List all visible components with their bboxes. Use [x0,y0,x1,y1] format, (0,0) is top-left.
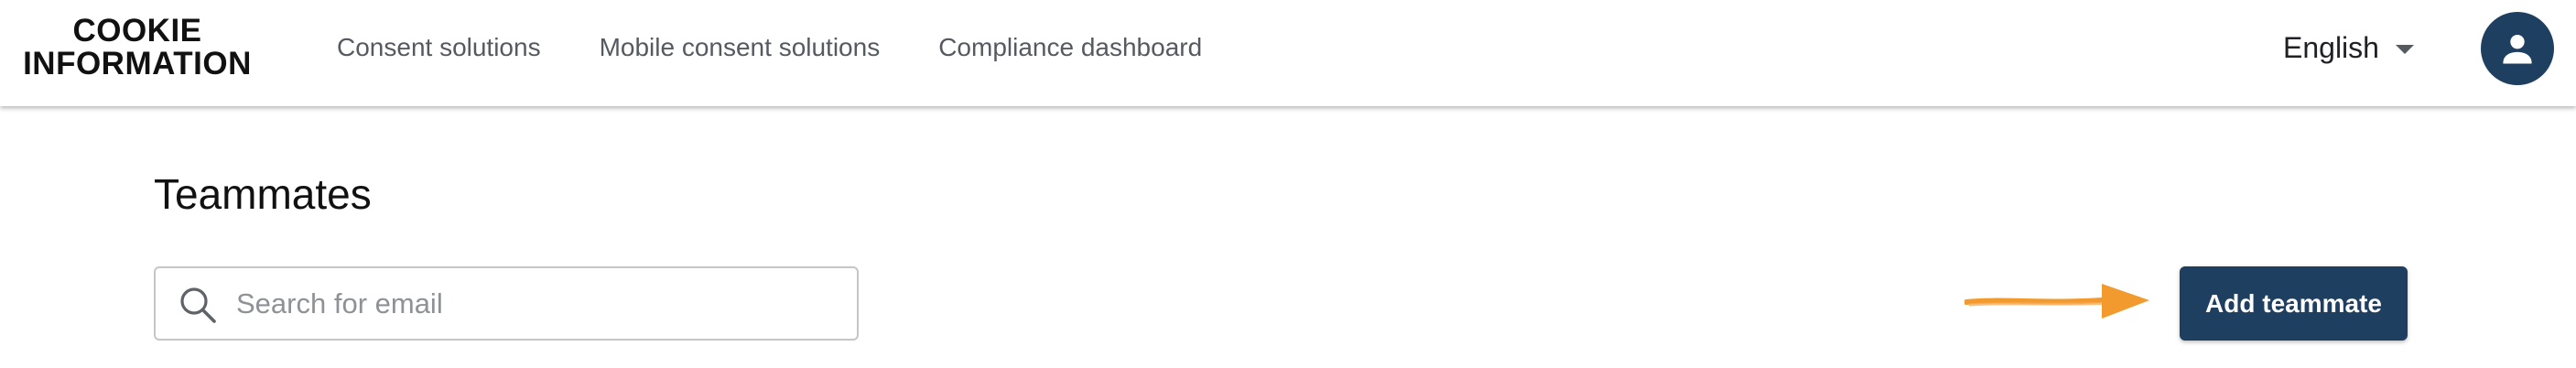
arrow-right-icon [1964,284,2149,319]
user-avatar-button[interactable] [2481,12,2554,85]
search-icon [180,287,216,323]
page-title: Teammates [154,170,372,218]
main-nav: Consent solutions Mobile consent solutio… [337,29,1261,66]
caret-down-icon [2395,45,2414,54]
language-selector[interactable]: English [2283,27,2414,68]
nav-compliance-dashboard[interactable]: Compliance dashboard [938,29,1202,66]
user-avatar-icon [2503,34,2532,64]
nav-consent-solutions[interactable]: Consent solutions [337,29,541,66]
top-navigation-bar: COOKIE INFORMATION Consent solutions Mob… [0,0,2576,106]
add-teammate-button[interactable]: Add teammate [2180,266,2408,341]
search-box[interactable] [154,266,859,341]
language-label: English [2283,30,2379,64]
cookie-information-logo[interactable]: COOKIE INFORMATION [9,15,265,81]
logo-line-2: INFORMATION [23,46,252,81]
logo-line-1: COOKIE [72,13,202,49]
search-input[interactable] [236,281,840,327]
nav-mobile-consent-solutions[interactable]: Mobile consent solutions [600,29,881,66]
